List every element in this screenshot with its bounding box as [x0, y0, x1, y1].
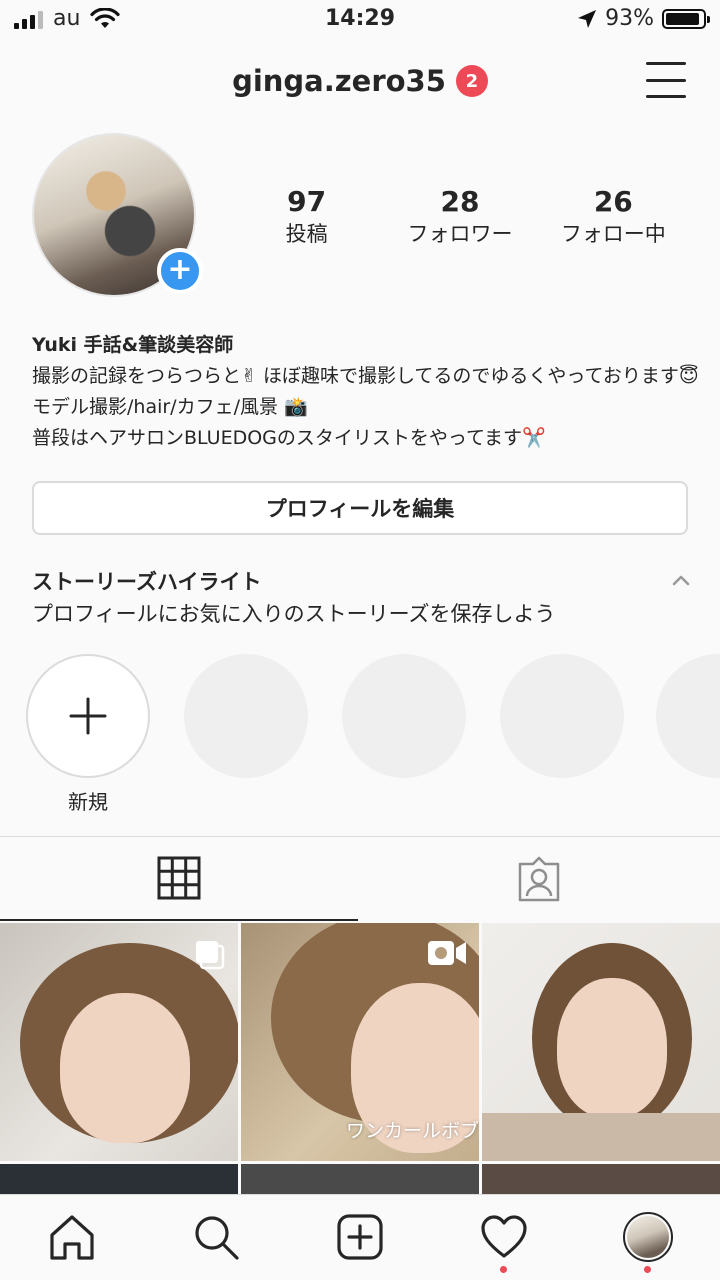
profile-avatar-small: [623, 1212, 673, 1262]
posts-count[interactable]: 97 投稿: [232, 185, 382, 249]
bio-line: 撮影の記録をつらつらと✌ ほぼ趣味で撮影してるのでゆるくやっております😇: [32, 365, 699, 387]
profile-bio: Yuki 手話&筆談美容師 撮影の記録をつらつらと✌ ほぼ趣味で撮影してるのでゆ…: [32, 330, 702, 454]
activity-dot: [500, 1266, 507, 1273]
highlights-row: 新規: [26, 654, 720, 814]
post-thumbnail[interactable]: ワンカールボブ: [241, 923, 479, 1161]
tab-grid[interactable]: [0, 837, 358, 921]
location-arrow-icon: [578, 9, 597, 28]
profile-stats: 97 投稿 28 フォロワー 26 フォロー中: [230, 185, 690, 249]
nav-create[interactable]: [334, 1211, 386, 1263]
nav-activity[interactable]: [478, 1211, 530, 1273]
post-thumbnail[interactable]: [241, 1164, 479, 1195]
grid-icon: [157, 856, 201, 900]
edit-profile-button[interactable]: プロフィールを編集: [32, 481, 688, 535]
battery-percent: 93%: [605, 6, 654, 31]
display-name: Yuki 手話&筆談美容師: [32, 334, 234, 356]
signal-icon: [14, 9, 43, 29]
nav-home[interactable]: [46, 1211, 98, 1263]
profile-tabs: [0, 836, 720, 922]
stat-label: フォロー中: [560, 222, 666, 246]
stat-value: 28: [440, 185, 480, 218]
hamburger-menu-icon[interactable]: [646, 62, 686, 98]
wifi-icon: [90, 7, 121, 28]
heart-icon: [481, 1215, 527, 1258]
bio-line: 普段はヘアサロンBLUEDOGのスタイリストをやってます✂️: [32, 427, 546, 449]
nav-search[interactable]: [190, 1211, 242, 1263]
post-thumbnail[interactable]: [0, 923, 238, 1161]
stat-value: 26: [593, 185, 633, 218]
story-highlights-header: ストーリーズハイライト プロフィールにお気に入りのストーリーズを保存しよう: [32, 566, 692, 630]
post-thumbnail[interactable]: [482, 923, 720, 1161]
video-icon: [428, 941, 466, 965]
highlights-title: ストーリーズハイライト: [32, 570, 262, 594]
tab-tagged[interactable]: [360, 837, 718, 921]
bottom-navigation: [0, 1194, 720, 1280]
status-right: 93%: [577, 6, 710, 31]
followers-count[interactable]: 28 フォロワー: [385, 185, 535, 249]
add-story-button[interactable]: +: [157, 248, 203, 294]
highlight-placeholder: [656, 654, 720, 778]
post-caption-overlay: ワンカールボブ: [345, 1120, 479, 1142]
stat-value: 97: [287, 185, 327, 218]
plus-icon: [69, 697, 107, 735]
status-left: au: [14, 6, 121, 31]
stat-label: フォロワー: [407, 222, 513, 246]
notification-badge: 2: [455, 65, 488, 97]
following-count[interactable]: 26 フォロー中: [538, 185, 688, 249]
stat-label: 投稿: [285, 222, 328, 246]
bio-line: モデル撮影/hair/カフェ/風景 📸: [32, 396, 308, 418]
profile-dot: [644, 1266, 651, 1273]
carousel-icon: [196, 941, 225, 970]
new-highlight-button[interactable]: [26, 654, 150, 778]
add-post-icon: [337, 1214, 383, 1260]
post-thumbnail[interactable]: [482, 1164, 720, 1195]
posts-grid: ワンカールボブ: [0, 923, 720, 1195]
highlight-placeholder: [500, 654, 624, 778]
highlights-subtitle: プロフィールにお気に入りのストーリーズを保存しよう: [32, 602, 556, 626]
highlight-placeholder: [342, 654, 466, 778]
profile-header: ginga.zero35 2: [0, 52, 720, 112]
highlight-placeholder: [184, 654, 308, 778]
chevron-up-icon[interactable]: [670, 570, 692, 592]
status-bar: au 14:29 93%: [0, 0, 720, 40]
nav-profile[interactable]: [622, 1211, 674, 1273]
search-icon: [195, 1216, 239, 1260]
tagged-person-icon: [518, 856, 560, 902]
account-switcher[interactable]: ginga.zero35 2: [0, 64, 720, 98]
home-icon: [50, 1215, 94, 1260]
battery-icon: [662, 8, 710, 29]
new-highlight-label: 新規: [68, 790, 108, 814]
username: ginga.zero35: [232, 64, 446, 98]
post-thumbnail[interactable]: [0, 1164, 238, 1195]
carrier-label: au: [53, 6, 81, 31]
